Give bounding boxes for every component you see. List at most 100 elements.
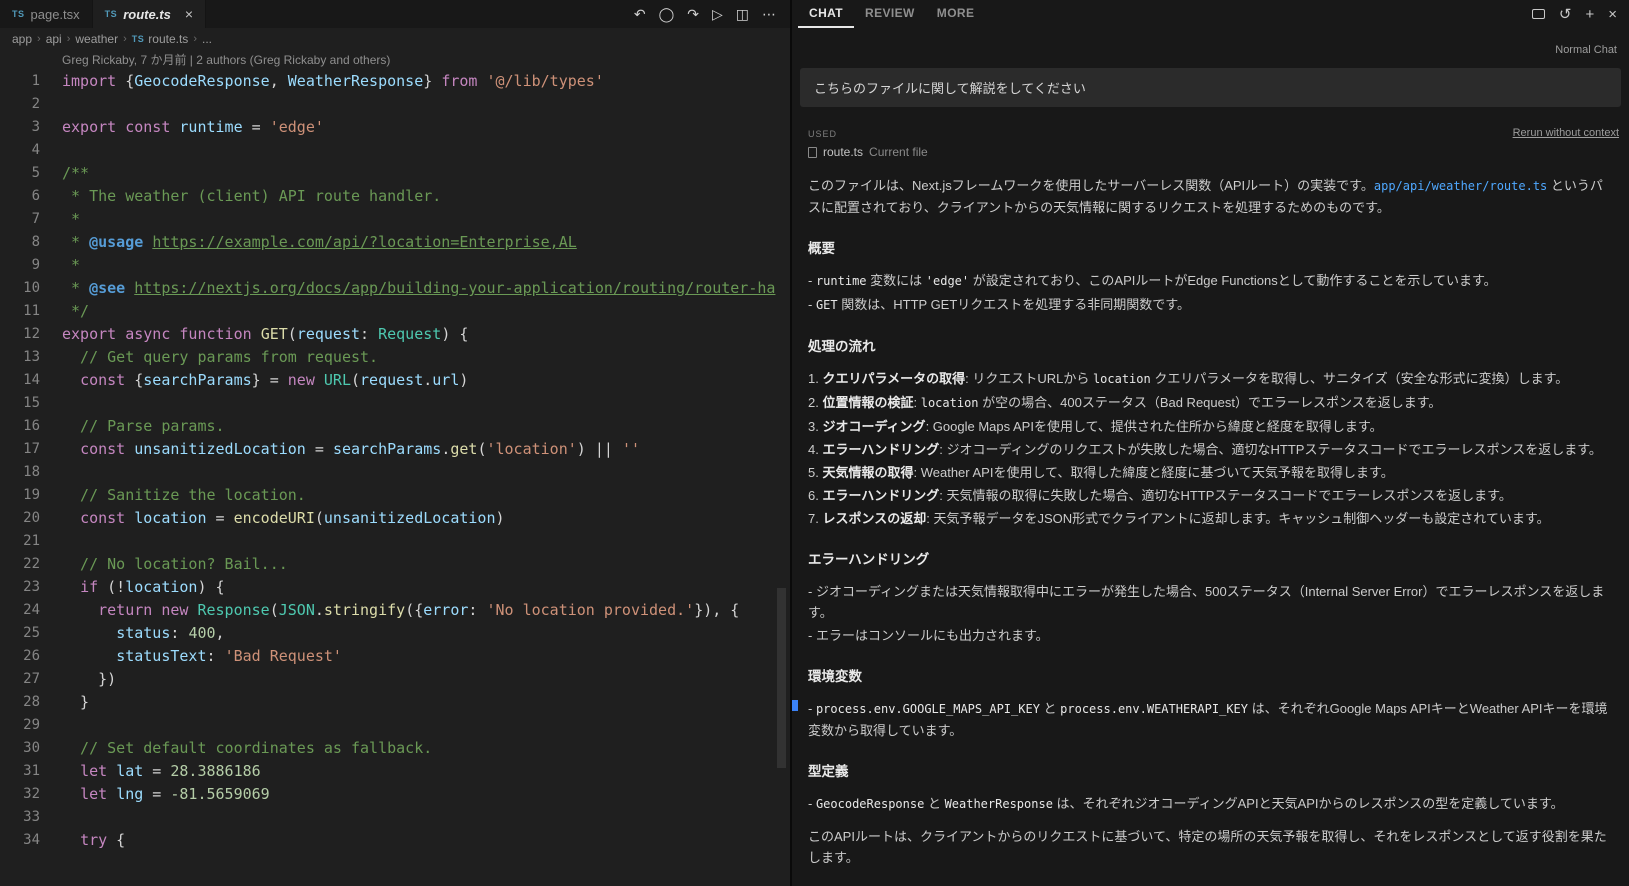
code-line[interactable]: 15 (0, 392, 790, 415)
code-line[interactable]: 3 export const runtime = 'edge' (0, 116, 790, 139)
code-line[interactable]: 31 let lat = 28.3886186 (0, 760, 790, 783)
code-line[interactable]: 24 return new Response(JSON.stringify({e… (0, 599, 790, 622)
code-line[interactable]: 14 const {searchParams} = new URL(reques… (0, 369, 790, 392)
codelens-blame[interactable]: Greg Rickaby, 7 か月前 | 2 authors (Greg Ri… (0, 50, 790, 70)
section-heading: 型定義 (808, 764, 849, 779)
timeline-icon[interactable]: ◯ (659, 6, 675, 23)
typescript-icon: TS (12, 9, 25, 19)
used-label: USED (808, 129, 838, 139)
code-line[interactable]: 6 * The weather (client) API route handl… (0, 185, 790, 208)
chat-tab-chat[interactable]: CHAT (798, 0, 855, 28)
section-heading: エラーハンドリング (808, 552, 930, 567)
code-line[interactable]: 9 * (0, 254, 790, 277)
line-number: 6 (31, 188, 40, 204)
code-line[interactable]: 22 // No location? Bail... (0, 553, 790, 576)
code-line[interactable]: 21 (0, 530, 790, 553)
editor-tab-page.tsx[interactable]: TS page.tsx (0, 0, 93, 28)
breadcrumb-item-1[interactable]: api (46, 32, 62, 46)
line-content: * @see https://nextjs.org/docs/app/build… (62, 279, 776, 297)
code-line[interactable]: 1 import {GeocodeResponse, WeatherRespons… (0, 70, 790, 93)
code-line[interactable]: 33 (0, 806, 790, 829)
list-item: 3. ジオコーディング: Google Maps APIを使用して、提供された住… (808, 419, 1383, 434)
section-heading: 環境変数 (808, 669, 862, 684)
line-number: 3 (31, 119, 40, 135)
nav-forward-icon[interactable]: ↷ (687, 6, 699, 23)
code-line[interactable]: 12 export async function GET(request: Req… (0, 323, 790, 346)
line-content: * @usage https://example.com/api/?locati… (62, 233, 577, 251)
code-line[interactable]: 17 const unsanitizedLocation = searchPar… (0, 438, 790, 461)
line-number: 25 (23, 625, 40, 641)
line-content: const location = encodeURI(unsanitizedLo… (80, 509, 505, 527)
chat-panel: CHAT REVIEW MORE ↺ + × Normal Chat こちらのファイルに… (790, 0, 1629, 886)
code-line[interactable]: 29 (0, 714, 790, 737)
code-line[interactable]: 23 if (!location) { (0, 576, 790, 599)
breadcrumb[interactable]: app › api › weather › TS route.ts ›... (0, 28, 790, 50)
code-line[interactable]: 10 * @see https://nextjs.org/docs/app/bu… (0, 277, 790, 300)
code-lines: 1 import {GeocodeResponse, WeatherRespons… (0, 70, 790, 852)
editor-tabs: TS page.tsx TS route.ts × (0, 0, 207, 28)
paragraph: このAPIルートは、クライアントからのリクエストに基づいて、特定の場所の天気予報… (808, 829, 1607, 865)
code-line[interactable]: 11 */ (0, 300, 790, 323)
code-line[interactable]: 30 // Set default coordinates as fallbac… (0, 737, 790, 760)
line-content: // Get query params from request. (62, 348, 379, 366)
chat-tab-more[interactable]: MORE (926, 0, 986, 28)
code-line[interactable]: 16 // Parse params. (0, 415, 790, 438)
breadcrumb-item-3[interactable]: TS route.ts (132, 32, 189, 46)
tab-label: page.tsx (30, 6, 80, 22)
code-line[interactable]: 19 // Sanitize the location. (0, 484, 790, 507)
list-item: 6. エラーハンドリング: 天気情報の取得に失敗した場合、適切なHTTPステータ… (808, 488, 1512, 503)
line-content (40, 139, 62, 162)
context-file-name: route.ts (823, 145, 864, 159)
breadcrumb-item-0[interactable]: app (12, 32, 32, 46)
code-line[interactable]: 25 status: 400, (0, 622, 790, 645)
code-line[interactable]: 28 } (0, 691, 790, 714)
assistant-response: このファイルは、Next.jsフレームワークを使用したサーバーレス関数（APIル… (792, 159, 1629, 886)
chat-header-icons: ↺ + × (1531, 0, 1617, 28)
new-chat-icon[interactable]: + (1585, 7, 1594, 22)
split-editor-icon[interactable]: ◫ (736, 6, 749, 23)
code-line[interactable]: 27 }) (0, 668, 790, 691)
breadcrumb-item-2[interactable]: weather (75, 32, 118, 46)
line-number: 22 (23, 556, 40, 572)
code-line[interactable]: 13 // Get query params from request. (0, 346, 790, 369)
code-line[interactable]: 7 * (0, 208, 790, 231)
editor-scrollbar[interactable] (777, 588, 786, 768)
line-number: 1 (31, 73, 40, 89)
close-panel-icon[interactable]: × (1608, 7, 1617, 22)
more-actions-icon[interactable]: ⋯ (762, 6, 776, 23)
code-line[interactable]: 20 const location = encodeURI(unsanitize… (0, 507, 790, 530)
code-line[interactable]: 5 /** (0, 162, 790, 185)
open-in-window-icon[interactable] (1531, 9, 1545, 19)
line-number: 27 (23, 671, 40, 687)
list-item: - エラーはコンソールにも出力されます。 (808, 628, 1049, 643)
breadcrumb-separator: › (123, 33, 127, 45)
close-tab-icon[interactable]: × (185, 7, 193, 21)
chat-header: CHAT REVIEW MORE ↺ + × (792, 0, 1629, 28)
editor-tab-route.ts[interactable]: TS route.ts × (92, 0, 207, 28)
code-line[interactable]: 32 let lng = -81.5659069 (0, 783, 790, 806)
code-editor[interactable]: Greg Rickaby, 7 か月前 | 2 authors (Greg Ri… (0, 50, 790, 852)
nav-back-icon[interactable]: ↶ (634, 6, 646, 23)
code-line[interactable]: 18 (0, 461, 790, 484)
context-file-chip[interactable]: route.ts Current file (792, 139, 1629, 159)
line-number: 5 (31, 165, 40, 181)
history-icon[interactable]: ↺ (1559, 7, 1572, 22)
code-line[interactable]: 4 (0, 139, 790, 162)
code-line[interactable]: 26 statusText: 'Bad Request' (0, 645, 790, 668)
run-file-icon[interactable]: ▷ (712, 6, 723, 23)
chat-tab-review[interactable]: REVIEW (854, 0, 926, 28)
breadcrumb-item-4[interactable]: ... (202, 32, 212, 46)
line-number: 30 (23, 740, 40, 756)
typescript-icon: TS (104, 9, 118, 19)
typescript-icon: TS (131, 34, 145, 44)
editor-tab-bar: TS page.tsx TS route.ts × ↶ ◯ ↷ ▷ ◫ ⋯ (0, 0, 790, 28)
line-content: }) (62, 670, 117, 688)
rerun-without-context-link[interactable]: Rerun without context (1513, 127, 1619, 139)
code-line[interactable]: 8 * @usage https://example.com/api/?loca… (0, 231, 790, 254)
code-line[interactable]: 2 (0, 93, 790, 116)
breadcrumb-separator: › (66, 33, 71, 45)
line-number: 33 (23, 809, 40, 825)
code-line[interactable]: 34 try { (0, 829, 790, 852)
line-content: status: 400, (116, 624, 225, 642)
line-number: 12 (23, 326, 40, 342)
